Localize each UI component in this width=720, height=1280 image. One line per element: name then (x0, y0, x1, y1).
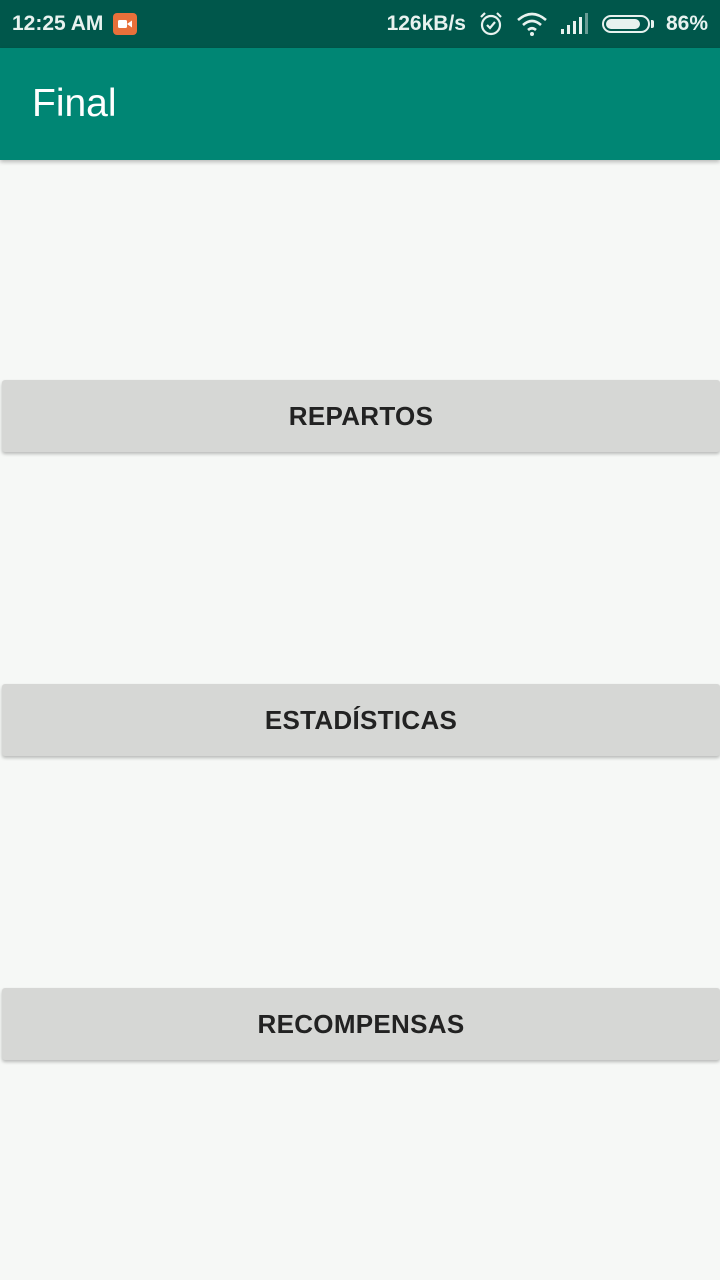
screen-record-icon (113, 13, 138, 35)
battery-percent: 86% (665, 12, 708, 35)
app-bar: Final (0, 48, 720, 160)
network-speed: 126kB/s (386, 12, 466, 35)
status-left: 12:25 AM (12, 12, 138, 36)
battery-body (601, 15, 650, 33)
repartos-button[interactable]: REPARTOS (2, 380, 720, 452)
recompensas-button[interactable]: RECOMPENSAS (2, 988, 720, 1060)
wifi-icon (516, 11, 548, 37)
estadisticas-button[interactable]: ESTADÍSTICAS (2, 684, 720, 756)
battery-fill (605, 19, 641, 29)
status-bar: 12:25 AM 126kB/s 86% (0, 0, 720, 48)
status-time: 12:25 AM (12, 12, 104, 35)
battery-icon (601, 15, 654, 33)
alarm-icon (478, 11, 504, 37)
signal-icon (560, 13, 590, 35)
status-right: 126kB/s 86% (387, 11, 708, 37)
battery-tip (650, 20, 654, 28)
app-title: Final (32, 82, 117, 125)
